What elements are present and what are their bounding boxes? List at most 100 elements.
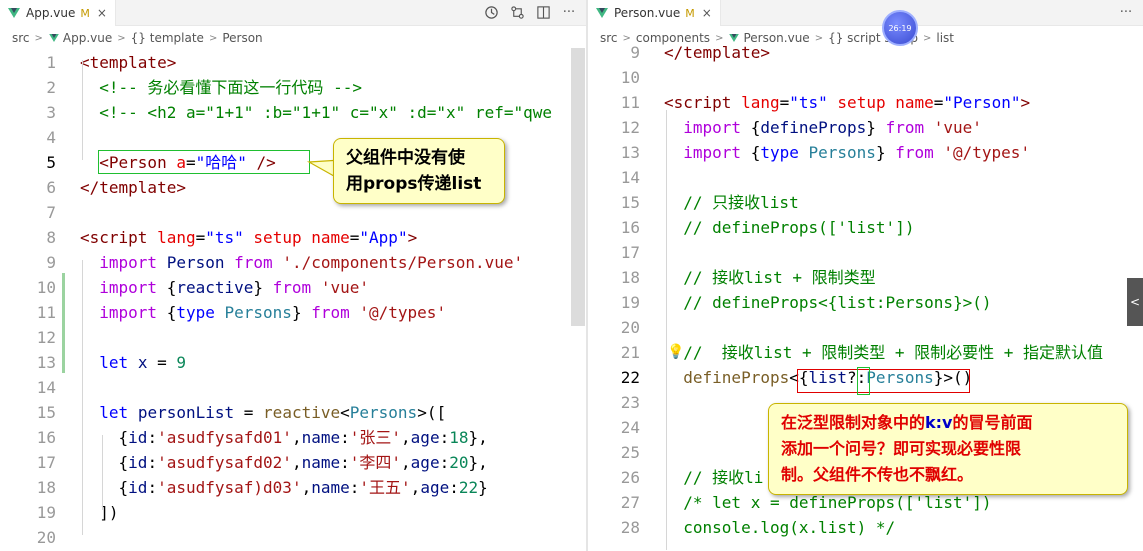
code-line[interactable]: 16 // defineProps(['list']) [588, 215, 1143, 240]
code-text: <template> [80, 53, 177, 72]
code-text: import Person from './components/Person.… [99, 253, 524, 272]
line-number: 2 [46, 78, 56, 97]
code-text: import {type Persons} from '@/types' [99, 303, 447, 322]
line-number: 26 [620, 468, 640, 487]
line-number: 18 [620, 268, 640, 287]
callout-line: 用props传递list [346, 174, 482, 194]
code-text: <script lang="ts" setup name="Person"> [664, 93, 1031, 112]
timeline-icon[interactable] [482, 3, 500, 21]
lightbulb-icon[interactable]: 💡 [667, 344, 684, 360]
chevron-left-icon[interactable]: < [1127, 278, 1143, 326]
code-line[interactable]: 13 import {type Persons} from '@/types' [588, 140, 1143, 165]
code-line[interactable]: 3 <!-- <h2 a="1+1" :b="1+1" c="x" :d="x"… [0, 100, 586, 125]
chevron-right-icon: > [208, 32, 218, 44]
code-line[interactable]: 28 console.log(x.list) */ [588, 515, 1143, 540]
code-line[interactable]: 12 [0, 325, 586, 350]
code-text: </template> [664, 43, 770, 62]
code-line[interactable]: 1 <template> [0, 50, 586, 75]
line-number: 16 [620, 218, 640, 237]
close-tab-icon[interactable]: × [702, 6, 712, 20]
line-number: 5 [46, 153, 56, 172]
chevron-right-icon: > [117, 32, 126, 44]
line-number: 17 [36, 453, 56, 472]
code-text: ]) [80, 503, 119, 522]
more-actions-icon[interactable]: ··· [560, 3, 578, 21]
breadcrumb-item[interactable]: Person [222, 31, 262, 45]
line-number: 27 [620, 493, 640, 512]
line-number: 1 [46, 53, 56, 72]
line-number: 28 [620, 518, 640, 537]
line-number: 23 [620, 393, 640, 412]
code-line[interactable]: 9 </template> [588, 40, 1143, 65]
code-text: <!-- 务必看懂下面这一行代码 --> [99, 78, 362, 97]
line-number: 9 [630, 43, 640, 62]
code-line[interactable]: 20 [0, 525, 586, 550]
code-line[interactable]: 16 {id:'asudfysafd01',name:'张三',age:18}, [0, 425, 586, 450]
callout-line: 添加一个问号？即可实现必要性限 [781, 439, 1022, 458]
breadcrumb-item[interactable]: src [12, 31, 30, 45]
highlight-box-red [797, 369, 970, 393]
code-line[interactable]: 12 import {defineProps} from 'vue' [588, 115, 1143, 140]
breadcrumb: src > App.vue > {} template > Person [12, 28, 586, 48]
line-number: 14 [36, 378, 56, 397]
code-line[interactable]: 17 [588, 240, 1143, 265]
code-line[interactable]: 17 {id:'asudfysafd02',name:'李四',age:20}, [0, 450, 586, 475]
chevron-right-icon: > [34, 32, 43, 44]
modified-badge: M [80, 6, 90, 20]
callout-line: 制。父组件不传也不飘红。 [781, 465, 974, 484]
code-editor[interactable]: 20 19 ]) 18 {id:'asudfysaf)d03',name:'王五',… [0, 48, 586, 551]
split-editor-icon[interactable] [534, 3, 552, 21]
modified-badge: M [685, 6, 695, 20]
code-line[interactable]: 15 // 只接收list [588, 190, 1143, 215]
git-change-marker [62, 298, 65, 323]
code-line[interactable]: 18 // 接收list + 限制类型 [588, 265, 1143, 290]
code-text: // defineProps<{list:Persons}>() [683, 293, 992, 312]
line-number: 19 [36, 503, 56, 522]
vertical-scrollbar[interactable] [571, 48, 585, 326]
breadcrumb-item[interactable]: {} template [131, 31, 204, 45]
code-line[interactable]: 19 ]) [0, 500, 586, 525]
code-text: {id:'asudfysaf)d03',name:'王五',age:22} [80, 478, 488, 497]
code-line[interactable]: 9 import Person from './components/Perso… [0, 250, 586, 275]
callout-text-blue: k:v [925, 413, 953, 432]
line-number: 15 [620, 193, 640, 212]
highlight-box-green [857, 367, 870, 395]
line-number: 10 [620, 68, 640, 87]
tab-app-vue[interactable]: App.vue M × [0, 0, 116, 26]
code-line[interactable]: 2 <!-- 务必看懂下面这一行代码 --> [0, 75, 586, 100]
code-line[interactable]: 14 [588, 165, 1143, 190]
line-number: 14 [620, 168, 640, 187]
code-line[interactable]: 11 import {type Persons} from '@/types' [0, 300, 586, 325]
indent-guide [666, 110, 667, 550]
more-actions-icon[interactable]: ··· [1117, 3, 1135, 21]
line-number: 16 [36, 428, 56, 447]
tab-person-vue[interactable]: Person.vue M × [588, 0, 721, 26]
code-text: console.log(x.list) */ [683, 518, 896, 537]
left-editor-pane: App.vue M × ··· src > App.vue > {} templ… [0, 0, 586, 551]
code-line[interactable]: 10 [588, 65, 1143, 90]
code-line[interactable]: 18 {id:'asudfysaf)d03',name:'王五',age:22} [0, 475, 586, 500]
code-text: {id:'asudfysafd02',name:'李四',age:20}, [80, 453, 488, 472]
line-number: 17 [620, 243, 640, 262]
compare-changes-icon[interactable] [508, 3, 526, 21]
code-line[interactable]: 15 let personList = reactive<Persons>([ [0, 400, 586, 425]
line-number: 25 [620, 443, 640, 462]
code-line[interactable]: 10 import {reactive} from 'vue' [0, 275, 586, 300]
line-number: 13 [36, 353, 56, 372]
code-text: let personList = reactive<Persons>([ [99, 403, 447, 422]
line-number: 24 [620, 418, 640, 437]
code-line[interactable]: 19 // defineProps<{list:Persons}>() [588, 290, 1143, 315]
code-line[interactable]: 20 [588, 315, 1143, 340]
callout-text: 在泛型限制对象中的 [781, 413, 926, 432]
indent-guide [102, 435, 103, 510]
code-line[interactable]: 14 [0, 375, 586, 400]
code-line[interactable]: 11 <script lang="ts" setup name="Person"> [588, 90, 1143, 115]
breadcrumb-item[interactable]: App.vue [63, 31, 112, 45]
editor-actions: ··· [1117, 3, 1135, 21]
close-tab-icon[interactable]: × [97, 6, 107, 20]
code-line[interactable]: 13 let x = 9 [0, 350, 586, 375]
code-text: import {defineProps} from 'vue' [683, 118, 982, 137]
code-line[interactable]: 8 <script lang="ts" setup name="App"> [0, 225, 586, 250]
line-number: 12 [620, 118, 640, 137]
line-number: 6 [46, 178, 56, 197]
